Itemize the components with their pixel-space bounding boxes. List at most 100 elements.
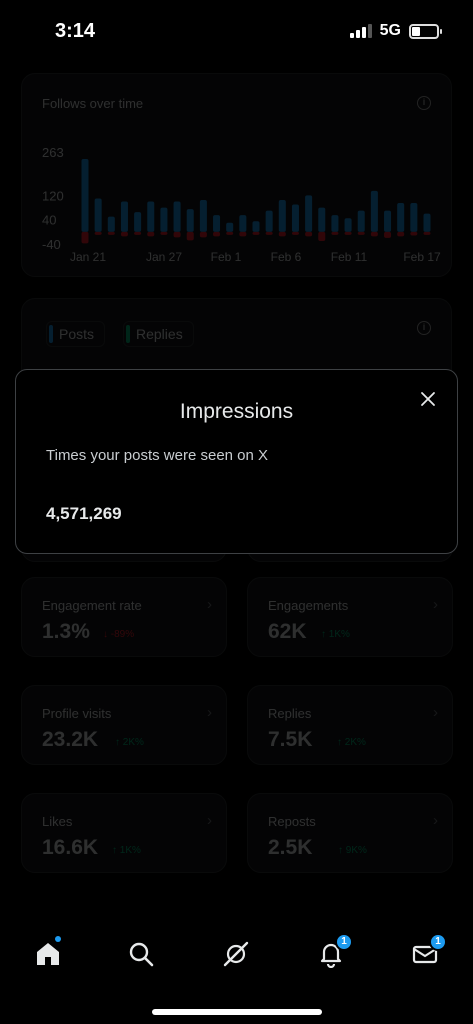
- unfollow-bar: [94, 231, 102, 235]
- stat-card[interactable]: Engagement rate › 1.3% ↓ -89%: [21, 577, 227, 657]
- impressions-modal: Impressions Times your posts were seen o…: [15, 369, 458, 554]
- unfollow-bar: [344, 231, 352, 235]
- chevron-right-icon: ›: [207, 596, 212, 613]
- unfollow-bar: [423, 231, 431, 235]
- unfollow-bar: [291, 231, 299, 235]
- unfollow-bar: [278, 231, 286, 237]
- stat-card[interactable]: Reposts › 2.5K ↑ 9K%: [247, 793, 453, 873]
- stat-card[interactable]: Engagements › 62K ↑ 1K%: [247, 577, 453, 657]
- modal-description: Times your posts were seen on X: [46, 447, 269, 464]
- follow-bar: [199, 199, 207, 232]
- stat-change: ↑ 9K%: [338, 845, 367, 856]
- follow-bar: [265, 210, 273, 232]
- legend-replies[interactable]: Replies: [123, 321, 194, 347]
- status-indicators: 5G: [349, 22, 442, 40]
- follow-bar: [331, 215, 339, 232]
- home-icon: [37, 943, 59, 965]
- chevron-right-icon: ›: [207, 704, 212, 721]
- search-icon: [129, 942, 154, 967]
- x-tick-label: Feb 1: [211, 250, 242, 264]
- stat-label: Engagement rate: [42, 598, 142, 613]
- follows-over-time-card[interactable]: Follows over time i 263 120 40 -40 Jan 21 Jan…: [21, 73, 452, 277]
- home-indicator: [152, 1009, 322, 1015]
- stat-card[interactable]: Likes › 16.6K ↑ 1K%: [21, 793, 227, 873]
- follow-bar: [239, 215, 247, 232]
- tab-grok[interactable]: [216, 934, 256, 974]
- unfollow-bar: [265, 231, 273, 235]
- battery-icon: [409, 23, 442, 39]
- follow-bar: [120, 201, 128, 232]
- legend-posts[interactable]: Posts: [46, 321, 106, 347]
- x-tick-label: Feb 17: [403, 250, 441, 264]
- stat-label: Replies: [268, 706, 312, 721]
- stat-change: ↑ 2K%: [337, 737, 366, 748]
- follow-bar: [160, 207, 168, 232]
- unfollow-bar: [107, 231, 115, 235]
- follow-bar: [423, 213, 431, 232]
- impressions-value: 4,571,269: [46, 504, 122, 523]
- stat-value: 23.2K: [42, 728, 99, 751]
- close-icon[interactable]: [419, 390, 437, 408]
- x-tick-label: Jan 27: [146, 250, 182, 264]
- follow-bar: [344, 218, 352, 232]
- messages-badge: 1: [429, 933, 447, 951]
- stat-label: Likes: [42, 814, 73, 829]
- unfollow-bar: [147, 231, 155, 237]
- cellular-signal-icon: [349, 24, 372, 38]
- follow-bar: [357, 210, 365, 232]
- stat-value: 62K: [268, 620, 307, 643]
- stat-value: 7.5K: [268, 728, 313, 751]
- unfollow-bar: [81, 231, 89, 244]
- notifications-badge: 1: [335, 933, 353, 951]
- y-tick-label: -40: [42, 237, 61, 252]
- unfollow-bar: [357, 231, 365, 235]
- status-time: 3:14: [55, 20, 96, 42]
- info-icon[interactable]: i: [417, 321, 431, 335]
- follow-bar: [94, 198, 102, 232]
- grok-icon: [223, 941, 249, 967]
- chevron-right-icon: ›: [433, 596, 438, 613]
- follow-bar: [81, 158, 89, 232]
- modal-title: Impressions: [179, 400, 294, 423]
- follow-bar: [252, 221, 260, 232]
- follow-bar: [318, 207, 326, 232]
- follow-bar: [291, 204, 299, 232]
- follow-bar: [397, 203, 405, 232]
- unfollow-bar: [213, 231, 221, 237]
- tab-messages[interactable]: 1: [405, 933, 447, 974]
- y-tick-label: 40: [42, 213, 56, 228]
- follow-bar: [186, 209, 194, 232]
- unfollow-bar: [410, 231, 418, 236]
- tab-bar: 1 1: [0, 922, 473, 1024]
- unfollow-bar: [199, 231, 207, 238]
- unfollow-bar: [370, 231, 378, 237]
- network-type: 5G: [379, 22, 401, 39]
- stat-value: 1.3%: [42, 620, 90, 643]
- stat-label: Profile visits: [42, 706, 112, 721]
- stat-card[interactable]: Replies › 7.5K ↑ 2K%: [247, 685, 453, 765]
- chevron-right-icon: ›: [207, 812, 212, 829]
- unfollow-bar: [186, 231, 194, 241]
- tab-notifications[interactable]: 1: [311, 933, 353, 974]
- stat-card[interactable]: Profile visits › 23.2K ↑ 2K%: [21, 685, 227, 765]
- unfollow-bar: [318, 231, 326, 241]
- chevron-right-icon: ›: [433, 704, 438, 721]
- x-tick-label: Feb 6: [271, 250, 302, 264]
- unfollow-bar: [120, 231, 128, 237]
- unfollow-bar: [384, 231, 392, 238]
- follow-bar: [278, 199, 286, 232]
- y-tick-label: 120: [42, 188, 64, 203]
- follows-chart: 263 120 40 -40 Jan 21 Jan 27 Feb 1 Feb 6 Feb 11 F…: [42, 145, 441, 264]
- x-tick-label: Jan 21: [70, 250, 106, 264]
- follow-bar: [107, 216, 115, 232]
- unread-dot: [55, 936, 61, 942]
- follow-bar: [213, 215, 221, 232]
- unfollow-bar: [239, 231, 247, 237]
- tab-home[interactable]: [28, 934, 68, 974]
- stat-value: 2.5K: [268, 836, 313, 859]
- tab-search[interactable]: [121, 934, 161, 974]
- stat-label: Engagements: [268, 598, 349, 613]
- stat-label: Reposts: [268, 814, 316, 829]
- unfollow-bar: [305, 231, 313, 237]
- stat-change: ↑ 1K%: [112, 845, 141, 856]
